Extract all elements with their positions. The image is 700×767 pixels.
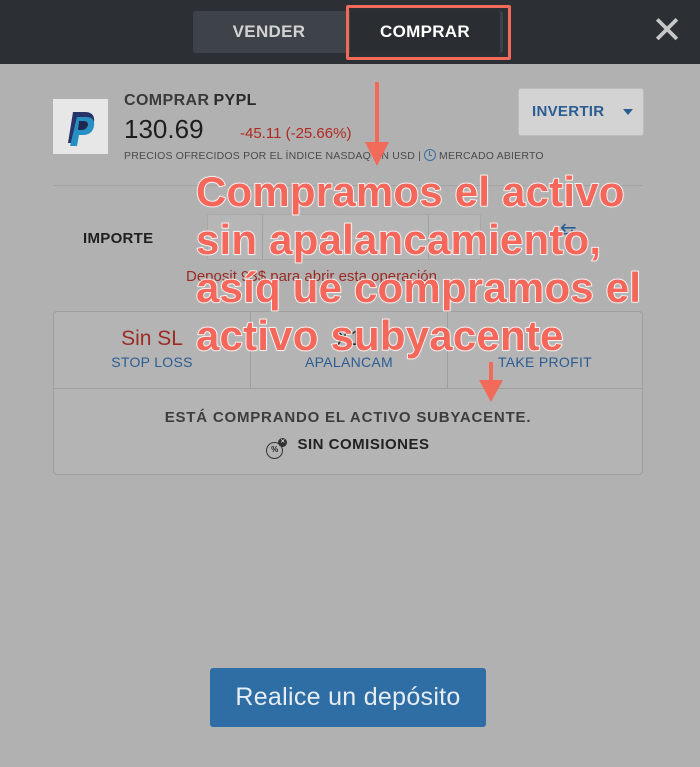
- symbol-text: PYPL: [213, 92, 257, 109]
- annotation-line: sin apalancamiento,: [195, 215, 602, 264]
- action-text: COMPRAR: [124, 92, 210, 109]
- close-icon[interactable]: ✕: [650, 12, 684, 50]
- market-status: MERCADO ABIERTO: [439, 150, 544, 162]
- annotation-text: Compramos el activo sin apalancamiento, …: [195, 167, 696, 360]
- price-source-line: PRECIOS OFRECIDOS POR EL ÍNDICE NASDAQ E…: [124, 149, 544, 162]
- annotation-arrow-up: [365, 82, 389, 166]
- tab-sell[interactable]: VENDER: [193, 11, 345, 53]
- chevron-down-icon: [623, 109, 633, 115]
- paypal-logo-icon: [53, 99, 108, 154]
- deposit-button[interactable]: Realice un depósito: [210, 668, 486, 727]
- annotation-line: activo subyacente: [195, 311, 564, 360]
- top-bar: VENDER COMPRAR ✕: [0, 0, 700, 64]
- clock-icon: [424, 149, 437, 161]
- underlying-asset-note: ESTÁ COMPRANDO EL ACTIVO SUBYACENTE.: [164, 409, 532, 426]
- amount-label: IMPORTE: [83, 230, 154, 247]
- current-price: 130.69: [124, 114, 204, 144]
- no-commission-icon: %: [266, 438, 288, 459]
- buy-tab-highlight-box: [346, 5, 511, 60]
- commission-text: SIN COMISIONES: [297, 436, 430, 453]
- order-action: COMPRAR PYPL: [124, 92, 257, 110]
- invest-dropdown-button[interactable]: INVERTIR: [518, 88, 644, 136]
- annotation-line: Compramos el activo: [195, 167, 625, 216]
- invest-label: INVERTIR: [532, 103, 605, 120]
- annotation-arrow-down: [479, 362, 503, 402]
- commission-note: % SIN COMISIONES: [54, 436, 642, 459]
- price-change: -45.11 (-25.66%): [240, 125, 352, 142]
- annotation-line: asíq ue compramos el: [195, 263, 642, 312]
